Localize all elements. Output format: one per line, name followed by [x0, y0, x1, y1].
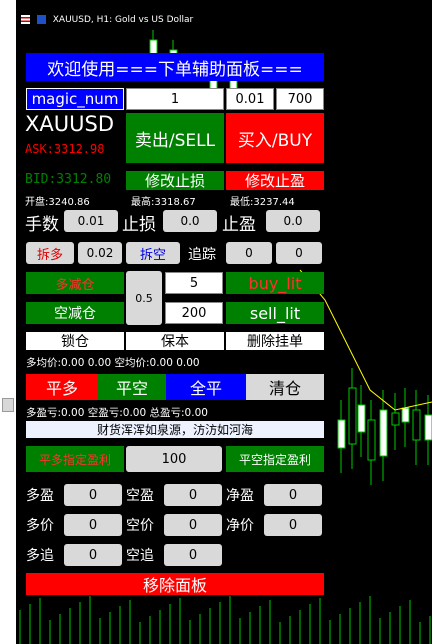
- reduce-value-input-1[interactable]: 5: [165, 272, 223, 294]
- reduce-short-button[interactable]: 空减仓: [26, 302, 124, 324]
- ask-price: ASK:3312.98: [25, 142, 105, 156]
- net-profit-value: 0: [264, 484, 322, 506]
- candle-body: [379, 409, 388, 457]
- reduce-long-button[interactable]: 多减仓: [26, 272, 124, 294]
- chart-title: XAUUSD, H1: Gold vs US Dollar: [52, 15, 194, 25]
- candle-body: [412, 409, 421, 441]
- split-long-button[interactable]: 拆多: [26, 242, 74, 264]
- clear-position-button[interactable]: 清仓: [246, 374, 324, 400]
- short-profit-label: 空盈: [126, 488, 154, 504]
- split-short-button[interactable]: 拆空: [126, 242, 180, 264]
- candle-body: [424, 414, 432, 441]
- long-price-value: 0: [64, 514, 122, 536]
- net-price-value: 0: [264, 514, 322, 536]
- symbol-label: XAUUSD: [25, 112, 114, 136]
- short-trail-value[interactable]: 0: [164, 544, 222, 566]
- high-price: 最高:3318.67: [131, 197, 196, 208]
- close-long-button[interactable]: 平多: [26, 374, 98, 400]
- target-profit-input[interactable]: 100: [126, 446, 222, 472]
- sell-limit-button[interactable]: sell_lit: [226, 302, 324, 324]
- sl-input[interactable]: 0.0: [163, 210, 217, 232]
- candle-body: [401, 407, 410, 423]
- long-profit-value: 0: [64, 484, 122, 506]
- buy-limit-button[interactable]: buy_lit: [226, 272, 324, 294]
- low-price: 最低:3237.44: [230, 197, 295, 208]
- lot-input[interactable]: 0.01: [226, 88, 274, 110]
- tp-label: 止盈: [222, 215, 256, 235]
- modify-sl-button[interactable]: 修改止损: [126, 171, 224, 190]
- bid-price: BID:3312.80: [25, 172, 112, 187]
- close-short-target-profit-button[interactable]: 平空指定盈利: [226, 446, 324, 472]
- net-price-label: 净价: [226, 518, 254, 534]
- reduce-ratio-input[interactable]: 0.5: [126, 271, 162, 325]
- short-profit-value: 0: [164, 484, 222, 506]
- split-input[interactable]: 0.02: [78, 242, 122, 264]
- candle-body: [348, 387, 357, 445]
- chart-type-icon: [36, 15, 46, 24]
- profit-loss-line: 多盈亏:0.00 空盈亏:0.00 总盈亏:0.00: [26, 407, 208, 419]
- trail-input-1[interactable]: 0: [226, 242, 272, 264]
- chart-window-icon: [21, 15, 30, 24]
- remove-panel-button[interactable]: 移除面板: [26, 573, 324, 595]
- sell-button[interactable]: 卖出/SELL: [126, 113, 224, 163]
- close-short-button[interactable]: 平空: [98, 374, 166, 400]
- lots-input[interactable]: 0.01: [64, 210, 118, 232]
- candle-body: [391, 412, 400, 426]
- open-price: 开盘:3240.86: [25, 197, 90, 208]
- chart-title-bar: XAUUSD, H1: Gold vs US Dollar: [16, 10, 432, 30]
- candle-body: [367, 419, 376, 461]
- long-profit-label: 多盈: [26, 488, 54, 504]
- panel-header: 欢迎使用===下单辅助面板===: [26, 53, 324, 81]
- short-price-value: 0: [164, 514, 222, 536]
- long-price-label: 多价: [26, 518, 54, 534]
- lock-button[interactable]: 锁仓: [26, 332, 124, 350]
- trail-input-2[interactable]: 0: [276, 242, 322, 264]
- long-trail-label: 多追: [26, 548, 54, 564]
- long-trail-value[interactable]: 0: [64, 544, 122, 566]
- points-input[interactable]: 700: [276, 88, 324, 110]
- short-price-label: 空价: [126, 518, 154, 534]
- reduce-value-input-2[interactable]: 200: [165, 302, 223, 324]
- slogan-banner: 财货浑浑如泉源，汸汸如河海: [26, 421, 324, 438]
- close-long-target-profit-button[interactable]: 平多指定盈利: [26, 446, 124, 472]
- short-trail-label: 空追: [126, 548, 154, 564]
- average-price-line: 多均价:0.00 0.00 空均价:0.00 0.00: [26, 357, 200, 369]
- tp-input[interactable]: 0.0: [266, 210, 320, 232]
- modify-tp-button[interactable]: 修改止盈: [226, 171, 324, 190]
- sl-label: 止损: [122, 215, 156, 235]
- magic-label: magic_num: [26, 88, 124, 110]
- magic-input[interactable]: 1: [126, 88, 224, 110]
- close-all-button[interactable]: 全平: [166, 374, 246, 400]
- candle-body: [337, 419, 346, 449]
- delete-pending-button[interactable]: 删除挂单: [226, 332, 324, 350]
- lots-label: 手数: [25, 215, 59, 235]
- candle-body: [357, 404, 366, 433]
- buy-button[interactable]: 买入/BUY: [226, 113, 324, 163]
- net-profit-label: 净盈: [226, 488, 254, 504]
- breakeven-button[interactable]: 保本: [126, 332, 224, 350]
- trail-label: 追踪: [188, 247, 216, 263]
